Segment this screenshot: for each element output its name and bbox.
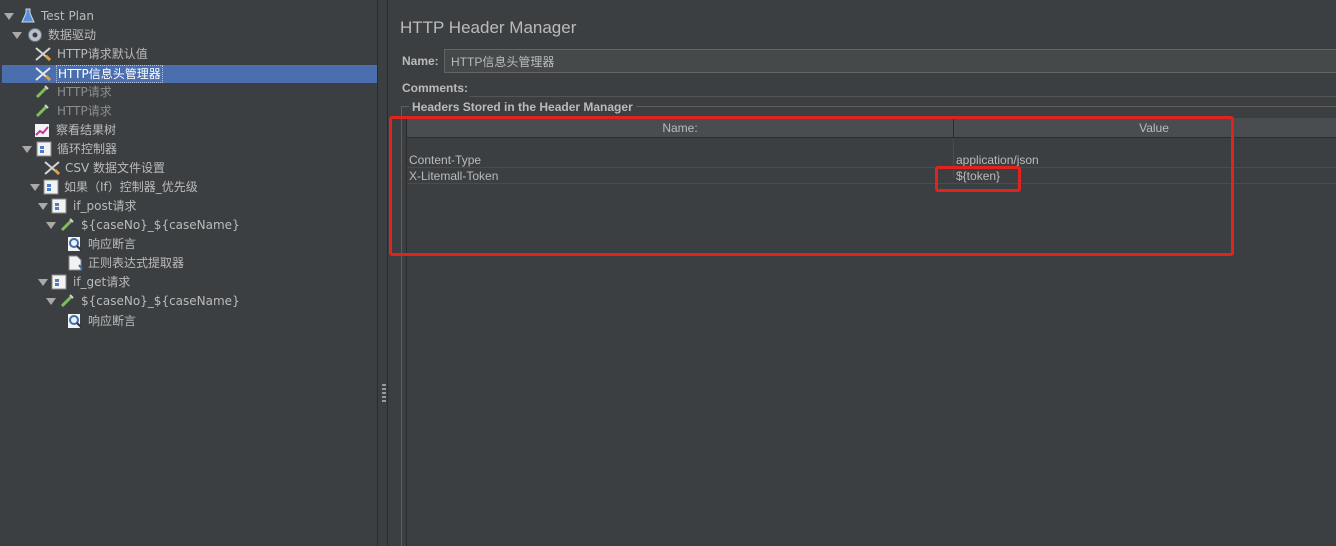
controller-icon bbox=[51, 274, 67, 290]
wrench-icon bbox=[34, 46, 52, 62]
magnifier-icon bbox=[67, 236, 83, 252]
expand-arrow-icon[interactable] bbox=[22, 140, 32, 158]
expand-arrow-icon[interactable] bbox=[46, 292, 56, 310]
tree-node-label: 正则表达式提取器 bbox=[88, 256, 185, 270]
splitter-grip-icon[interactable] bbox=[382, 384, 386, 402]
expand-arrow-icon[interactable] bbox=[4, 7, 14, 25]
comments-label: Comments: bbox=[402, 81, 469, 95]
flask-icon bbox=[20, 8, 36, 24]
jmeter-window: Test Plan 数据驱动 HTTP请求默认值 HTTP信息头管理器 HTTP… bbox=[0, 0, 1336, 546]
controller-icon bbox=[36, 141, 52, 157]
document-icon bbox=[67, 255, 83, 271]
tree-node-label: CSV 数据文件设置 bbox=[65, 161, 166, 175]
tree-node-label: if_get请求 bbox=[73, 275, 131, 289]
test-plan-tree: Test Plan 数据驱动 HTTP请求默认值 HTTP信息头管理器 HTTP… bbox=[0, 0, 378, 546]
tree-node-label: ${caseNo}_${caseName} bbox=[81, 294, 240, 308]
tree-node-label: HTTP请求默认值 bbox=[57, 47, 148, 61]
controller-icon bbox=[51, 198, 67, 214]
expand-arrow-icon[interactable] bbox=[12, 26, 22, 44]
controller-icon bbox=[43, 179, 59, 195]
tree-node-label: HTTP请求 bbox=[57, 85, 112, 99]
expand-arrow-icon[interactable] bbox=[38, 273, 48, 291]
tree-node-label: ${caseNo}_${caseName} bbox=[81, 218, 240, 232]
gear-icon bbox=[27, 27, 43, 43]
chart-icon bbox=[34, 122, 50, 138]
expand-arrow-icon[interactable] bbox=[46, 216, 56, 234]
tree-node-label: 如果（If）控制器_优先级 bbox=[64, 180, 198, 194]
wrench-icon bbox=[34, 66, 52, 82]
tree-node-label: Test Plan bbox=[41, 9, 94, 23]
header-manager-panel: HTTP Header Manager Name: Comments: Head… bbox=[389, 0, 1336, 546]
pipette-icon bbox=[34, 103, 50, 119]
magnifier-icon bbox=[67, 313, 83, 329]
tree-node-label: 察看结果树 bbox=[56, 123, 117, 137]
page-title: HTTP Header Manager bbox=[400, 18, 577, 37]
annotation-box-token bbox=[935, 166, 1021, 192]
tree-node-label: 响应断言 bbox=[88, 314, 137, 328]
wrench-icon bbox=[43, 160, 61, 176]
panel-splitter[interactable] bbox=[378, 0, 388, 546]
tree-node-label: 循环控制器 bbox=[57, 142, 118, 156]
name-label: Name: bbox=[402, 54, 439, 68]
name-field[interactable] bbox=[444, 49, 1336, 73]
section-title: Headers Stored in the Header Manager bbox=[409, 100, 636, 114]
pipette-icon bbox=[59, 293, 75, 309]
expand-arrow-icon[interactable] bbox=[38, 197, 48, 215]
annotation-box-table bbox=[389, 116, 1234, 256]
pipette-icon bbox=[34, 84, 50, 100]
tree-node-label: 响应断言 bbox=[88, 237, 137, 251]
tree-node-header-manager[interactable]: HTTP信息头管理器 bbox=[2, 65, 377, 83]
tree-node-label: HTTP信息头管理器 bbox=[56, 65, 163, 83]
tree-node-label: if_post请求 bbox=[73, 199, 137, 213]
expand-arrow-icon[interactable] bbox=[30, 178, 40, 196]
tree-node-label: HTTP请求 bbox=[57, 104, 112, 118]
pipette-icon bbox=[59, 217, 75, 233]
comments-field[interactable] bbox=[469, 79, 1336, 97]
tree-node-label: 数据驱动 bbox=[48, 28, 97, 42]
